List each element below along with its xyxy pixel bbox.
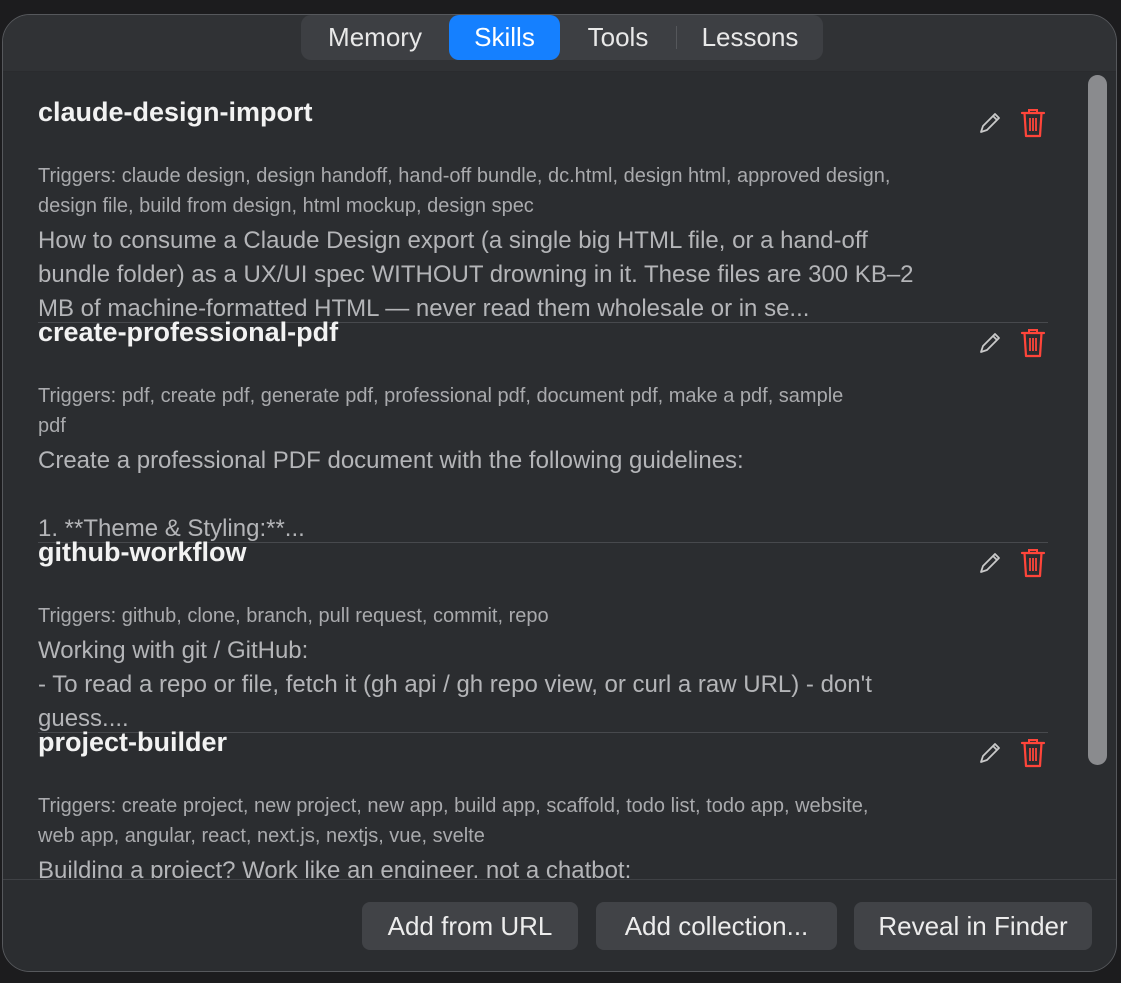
add-from-url-button[interactable]: Add from URL: [362, 902, 578, 950]
delete-button[interactable]: [1020, 548, 1046, 578]
skill-name: project-builder: [38, 727, 228, 757]
pencil-icon: [980, 743, 1000, 763]
skill-triggers: Triggers: claude design, design handoff,…: [38, 165, 891, 217]
pencil-icon: [980, 553, 1000, 573]
edit-button[interactable]: [978, 331, 1002, 355]
skills-list[interactable]: claude-design-import Triggers: claude de…: [7, 71, 1085, 878]
skill-triggers: Triggers: pdf, create pdf, generate pdf,…: [38, 385, 844, 437]
reveal-in-finder-button[interactable]: Reveal in Finder: [854, 902, 1092, 950]
pencil-icon: [980, 113, 1000, 133]
skill-triggers: Triggers: github, clone, branch, pull re…: [38, 605, 549, 627]
tab-skills[interactable]: Skills: [449, 15, 560, 60]
edit-button[interactable]: [978, 111, 1002, 135]
tab-tools[interactable]: Tools: [560, 15, 676, 60]
skill-description: Working with git / GitHub: - To read a r…: [38, 637, 872, 732]
skill-name: create-professional-pdf: [38, 317, 339, 347]
list-item[interactable]: create-professional-pdf Triggers: pdf, c…: [38, 317, 1048, 542]
list-item[interactable]: claude-design-import Triggers: claude de…: [38, 97, 1048, 322]
skill-description: Building a project? Work like an enginee…: [38, 857, 632, 878]
segmented-tabs: Memory Skills Tools Lessons: [301, 15, 823, 60]
trash-icon: [1020, 549, 1046, 578]
tab-memory[interactable]: Memory: [301, 15, 449, 60]
skill-description: Create a professional PDF document with …: [38, 447, 744, 542]
trash-icon: [1020, 739, 1046, 768]
delete-button[interactable]: [1020, 738, 1046, 768]
trash-icon: [1020, 109, 1046, 138]
pencil-icon: [980, 333, 1000, 353]
scrollbar-thumb[interactable]: [1088, 75, 1107, 765]
delete-button[interactable]: [1020, 328, 1046, 358]
skills-window: Memory Skills Tools Lessons claude-desig…: [2, 14, 1117, 972]
edit-button[interactable]: [978, 551, 1002, 575]
trash-icon: [1020, 329, 1046, 358]
skill-description: How to consume a Claude Design export (a…: [38, 227, 914, 322]
skill-triggers: Triggers: create project, new project, n…: [38, 795, 869, 847]
footer-bar: Add from URL Add collection... Reveal in…: [3, 879, 1116, 971]
delete-button[interactable]: [1020, 108, 1046, 138]
skill-name: github-workflow: [38, 537, 247, 567]
add-collection-button[interactable]: Add collection...: [596, 902, 837, 950]
skill-name: claude-design-import: [38, 97, 313, 127]
list-item[interactable]: project-builder Triggers: create project…: [38, 727, 1048, 878]
list-item[interactable]: github-workflow Triggers: github, clone,…: [38, 537, 1048, 732]
edit-button[interactable]: [978, 741, 1002, 765]
tab-lessons[interactable]: Lessons: [677, 15, 823, 60]
scrollbar[interactable]: [1085, 71, 1111, 878]
